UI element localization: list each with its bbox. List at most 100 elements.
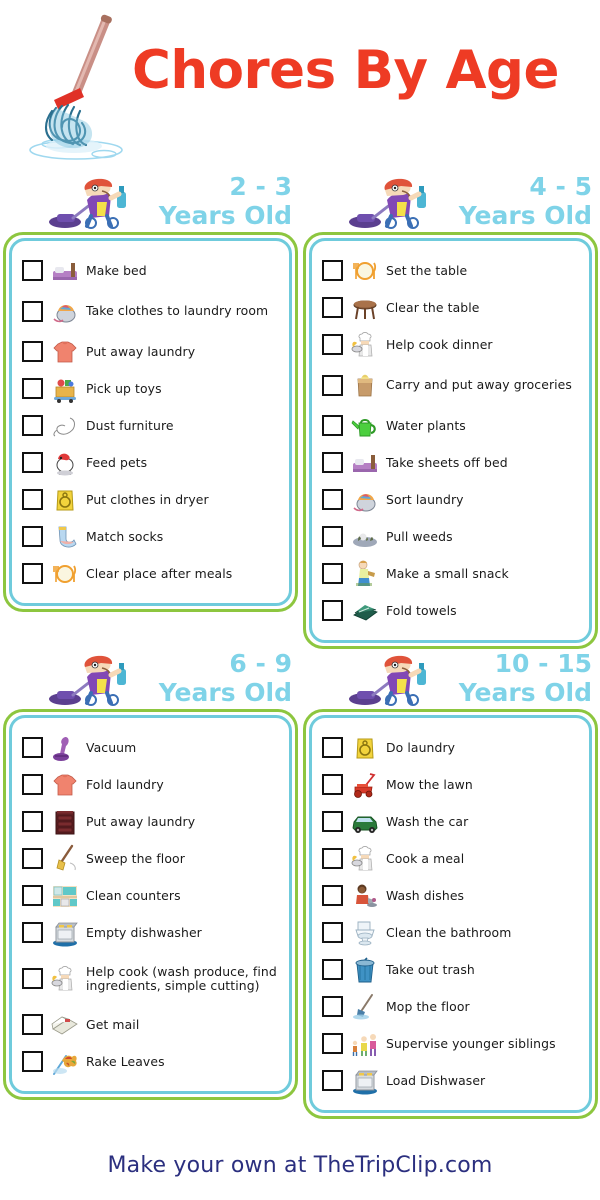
chore-checkbox[interactable] <box>322 334 343 355</box>
chore-checkbox[interactable] <box>322 1033 343 1054</box>
footer-attribution[interactable]: Make your own at TheTripClip.com <box>0 1153 600 1178</box>
chore-item[interactable]: Load Dishwaser <box>322 1062 581 1099</box>
chore-item[interactable]: Fold laundry <box>22 766 281 803</box>
kid-cleaning-icon <box>347 176 439 232</box>
chore-label: Cook a meal <box>386 850 465 866</box>
chore-item[interactable]: Water plants <box>322 407 581 444</box>
chore-checkbox[interactable] <box>22 811 43 832</box>
chore-item[interactable]: Clear the table <box>322 289 581 326</box>
chore-item[interactable]: Set the table <box>322 252 581 289</box>
chore-checkbox[interactable] <box>22 415 43 436</box>
chore-item[interactable]: Help cook dinner <box>322 326 581 363</box>
chore-checkbox[interactable] <box>322 563 343 584</box>
chore-checkbox[interactable] <box>322 922 343 943</box>
chore-checkbox[interactable] <box>322 260 343 281</box>
chore-checkbox[interactable] <box>322 848 343 869</box>
weeds-icon <box>350 523 380 551</box>
chore-checkbox[interactable] <box>322 526 343 547</box>
chore-item[interactable]: Cook a meal <box>322 840 581 877</box>
chore-checkbox[interactable] <box>322 737 343 758</box>
vacuum-icon <box>50 734 80 762</box>
chore-item[interactable]: Pull weeds <box>322 518 581 555</box>
chore-checkbox[interactable] <box>22 848 43 869</box>
rake-leaves-icon <box>50 1048 80 1076</box>
chore-checkbox[interactable] <box>322 452 343 473</box>
chore-item[interactable]: Sort laundry <box>322 481 581 518</box>
chore-card-0: 2 - 3 Years Old Make bed Take clothes to… <box>3 172 298 649</box>
chore-checkbox[interactable] <box>322 774 343 795</box>
chore-label: Water plants <box>386 417 466 433</box>
chore-checkbox[interactable] <box>322 959 343 980</box>
chore-label: Do laundry <box>386 739 456 755</box>
chore-item[interactable]: Take out trash <box>322 951 581 988</box>
chore-item[interactable]: Match socks <box>22 518 281 555</box>
chore-checkbox[interactable] <box>22 922 43 943</box>
chore-checkbox[interactable] <box>322 996 343 1017</box>
chore-item[interactable]: Fold towels <box>322 592 581 629</box>
chore-item[interactable]: Sweep the floor <box>22 840 281 877</box>
chore-item[interactable]: Do laundry <box>322 729 581 766</box>
chore-item[interactable]: Supervise younger siblings <box>322 1025 581 1062</box>
chore-item[interactable]: Carry and put away groceries <box>322 363 581 407</box>
chore-item[interactable]: Clean counters <box>22 877 281 914</box>
chore-item[interactable]: Vacuum <box>22 729 281 766</box>
chore-label: Vacuum <box>86 739 137 755</box>
chore-item[interactable]: Help cook (wash produce, find ingredient… <box>22 951 281 1006</box>
chore-checkbox[interactable] <box>22 260 43 281</box>
chore-checkbox[interactable] <box>22 968 43 989</box>
chore-item[interactable]: Rake Leaves <box>22 1043 281 1080</box>
mop-icon <box>350 993 380 1021</box>
chore-item[interactable]: Get mail <box>22 1006 281 1043</box>
chore-checkbox[interactable] <box>22 526 43 547</box>
chore-item[interactable]: Put clothes in dryer <box>22 481 281 518</box>
chore-checkbox[interactable] <box>22 1014 43 1035</box>
chore-checkbox[interactable] <box>322 415 343 436</box>
chore-checkbox[interactable] <box>22 885 43 906</box>
chore-item[interactable]: Take clothes to laundry room <box>22 289 281 333</box>
age-suffix-3: Years Old <box>458 678 592 707</box>
chore-item[interactable]: Dust furniture <box>22 407 281 444</box>
chore-checkbox[interactable] <box>322 811 343 832</box>
chore-checkbox[interactable] <box>322 885 343 906</box>
chore-item[interactable]: Empty dishwasher <box>22 914 281 951</box>
kid-cleaning-icon <box>47 653 139 709</box>
chore-checkbox[interactable] <box>22 1051 43 1072</box>
chore-item[interactable]: Mop the floor <box>322 988 581 1025</box>
page-header: Chores By Age <box>0 0 600 172</box>
chore-label: Load Dishwaser <box>386 1072 486 1088</box>
chore-label: Sort laundry <box>386 491 464 507</box>
chef-icon <box>350 845 380 873</box>
chore-checkbox[interactable] <box>22 341 43 362</box>
chore-checkbox[interactable] <box>322 489 343 510</box>
chore-checkbox[interactable] <box>22 300 43 322</box>
chore-checkbox[interactable] <box>322 600 343 621</box>
chore-item[interactable]: Mow the lawn <box>322 766 581 803</box>
chore-checkbox[interactable] <box>22 737 43 758</box>
chore-item[interactable]: Clean the bathroom <box>322 914 581 951</box>
socks-icon <box>50 523 80 551</box>
chore-item[interactable]: Wash dishes <box>322 877 581 914</box>
chore-item[interactable]: Make a small snack <box>322 555 581 592</box>
chore-checkbox[interactable] <box>22 774 43 795</box>
chore-label: Take clothes to laundry room <box>86 303 269 318</box>
chore-checkbox[interactable] <box>322 297 343 318</box>
washing-dishes-icon <box>350 882 380 910</box>
chore-item[interactable]: Make bed <box>22 252 281 289</box>
chore-checkbox[interactable] <box>22 452 43 473</box>
chore-label: Pull weeds <box>386 528 453 544</box>
chore-checkbox[interactable] <box>22 378 43 399</box>
chore-item[interactable]: Put away laundry <box>22 333 281 370</box>
chore-item[interactable]: Feed pets <box>22 444 281 481</box>
chore-item[interactable]: Put away laundry <box>22 803 281 840</box>
chore-checkbox[interactable] <box>322 374 343 396</box>
age-range-label-2: 6 - 9 Years Old <box>159 649 292 707</box>
chore-item[interactable]: Pick up toys <box>22 370 281 407</box>
chore-checkbox[interactable] <box>22 489 43 510</box>
chore-label: Put away laundry <box>86 813 196 829</box>
chore-checkbox[interactable] <box>22 563 43 584</box>
chore-label: Help cook dinner <box>386 336 493 352</box>
chore-item[interactable]: Wash the car <box>322 803 581 840</box>
chore-item[interactable]: Take sheets off bed <box>322 444 581 481</box>
chore-checkbox[interactable] <box>322 1070 343 1091</box>
chore-item[interactable]: Clear place after meals <box>22 555 281 592</box>
